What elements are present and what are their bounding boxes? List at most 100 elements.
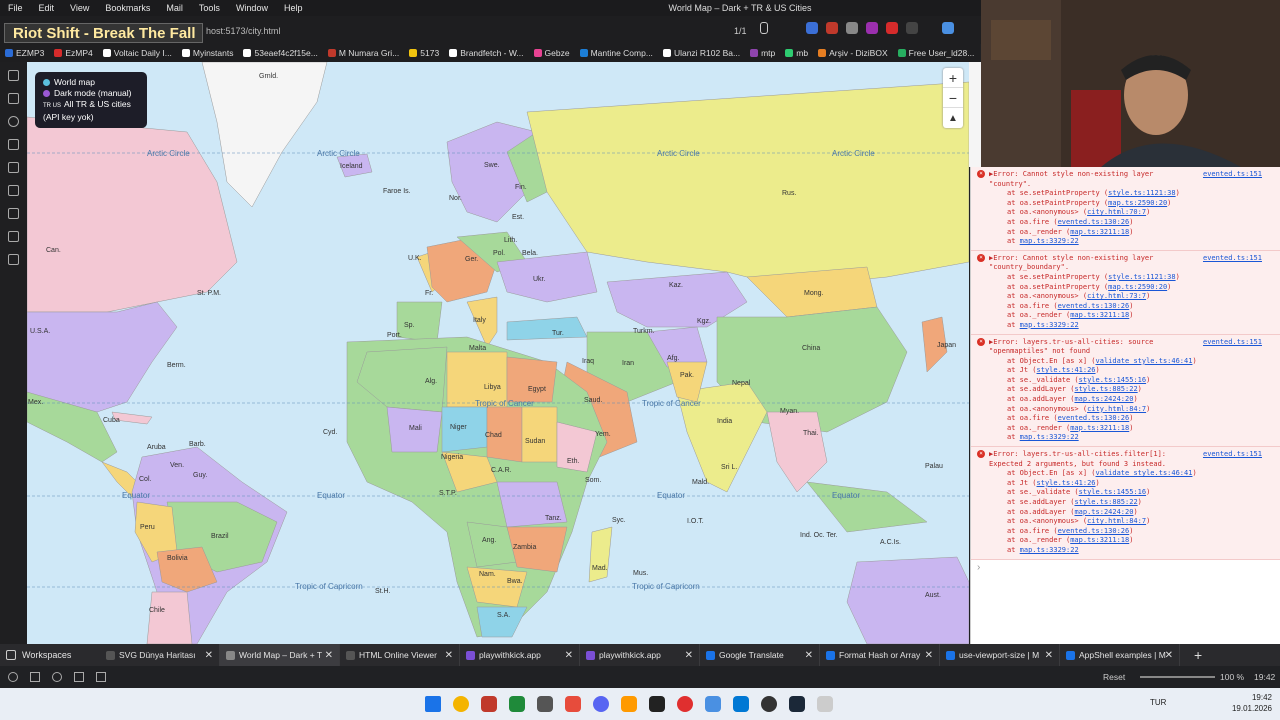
- youtube-icon[interactable]: [677, 696, 693, 712]
- reset-zoom-button[interactable]: Reset: [1103, 672, 1125, 682]
- stack-frame-link[interactable]: validate style.ts:46:41: [1096, 469, 1193, 477]
- browser-tab[interactable]: Format Hash or Array ✕: [820, 644, 940, 666]
- bookmark-item[interactable]: Mantine Comp...: [575, 48, 658, 58]
- bookmark-item[interactable]: M Numara Gri...: [323, 48, 404, 58]
- menu-help[interactable]: Help: [276, 3, 311, 13]
- menu-window[interactable]: Window: [228, 3, 276, 13]
- calendar-icon[interactable]: [96, 672, 106, 682]
- error-source-link[interactable]: evented.ts:151: [1203, 170, 1262, 180]
- panel-toggle-icon[interactable]: [30, 672, 40, 682]
- translate-icon[interactable]: [806, 22, 818, 34]
- illustrator-icon[interactable]: [621, 696, 637, 712]
- error-source-link[interactable]: evented.ts:151: [1203, 450, 1262, 460]
- stack-frame-link[interactable]: city.html:73:7: [1087, 292, 1146, 300]
- stack-frame-link[interactable]: map.ts:3211:18: [1070, 424, 1129, 432]
- stack-frame-link[interactable]: map.ts:2590:20: [1108, 199, 1167, 207]
- sync-icon[interactable]: [52, 672, 62, 682]
- close-tab-icon[interactable]: ✕: [925, 650, 933, 661]
- stack-frame-link[interactable]: map.ts:3211:18: [1070, 311, 1129, 319]
- terminal-icon[interactable]: [509, 696, 525, 712]
- stack-frame-link[interactable]: evented.ts:130:26: [1058, 218, 1130, 226]
- window-panel-icon[interactable]: [8, 208, 19, 219]
- downloads-icon[interactable]: [8, 93, 19, 104]
- bookmark-item[interactable]: Voltaic Daily I...: [98, 48, 177, 58]
- menu-view[interactable]: View: [62, 3, 97, 13]
- close-tab-icon[interactable]: ✕: [685, 650, 693, 661]
- outlook-icon[interactable]: [733, 696, 749, 712]
- stack-frame-link[interactable]: style.ts:1455:16: [1079, 376, 1146, 384]
- stack-frame-link[interactable]: city.html:70:7: [1087, 208, 1146, 216]
- translate-panel-icon[interactable]: [8, 185, 19, 196]
- add-panel-icon[interactable]: [8, 254, 19, 265]
- zoom-in-button[interactable]: +: [943, 68, 963, 88]
- browser-tab[interactable]: SVG Dünya Haritası ✕: [100, 644, 220, 666]
- stack-frame-link[interactable]: evented.ts:130:26: [1058, 302, 1130, 310]
- close-tab-icon[interactable]: ✕: [445, 650, 453, 661]
- stack-frame-link[interactable]: style.ts:1455:16: [1079, 488, 1146, 496]
- bookmark-item[interactable]: Arşiv - DiziBOX: [813, 48, 893, 58]
- error-source-link[interactable]: evented.ts:151: [1203, 338, 1262, 348]
- filezilla-icon[interactable]: [565, 696, 581, 712]
- zoom-out-button[interactable]: −: [943, 88, 963, 108]
- github-icon[interactable]: [537, 696, 553, 712]
- bookmark-icon[interactable]: [760, 22, 768, 34]
- zoom-slider[interactable]: [1140, 676, 1215, 678]
- compass-reset-button[interactable]: ▲: [943, 108, 963, 128]
- bookmark-item[interactable]: Ulanzi R102 Ba...: [658, 48, 745, 58]
- bookmark-item[interactable]: 53eaef4c2f15e...: [238, 48, 322, 58]
- browser-tab[interactable]: HTML Online Viewer ✕: [340, 644, 460, 666]
- world-map[interactable]: Arctic Circle Arctic Circle Arctic Circl…: [27, 62, 969, 644]
- extension-red-icon[interactable]: [826, 22, 838, 34]
- stack-frame-link[interactable]: map.ts:3211:18: [1070, 536, 1129, 544]
- extension-blue-icon[interactable]: [942, 22, 954, 34]
- console-error[interactable]: × evented.ts:151 ▶Error: Cannot style non-…: [971, 167, 1280, 251]
- bookmarks-panel-icon[interactable]: [8, 70, 19, 81]
- new-tab-button[interactable]: +: [1194, 647, 1202, 663]
- steam-icon[interactable]: [789, 696, 805, 712]
- stack-frame-link[interactable]: style.ts:41:26: [1037, 366, 1096, 374]
- menu-tools[interactable]: Tools: [191, 3, 228, 13]
- console-error[interactable]: × evented.ts:151 ▶Error: Cannot style non-…: [971, 250, 1280, 335]
- stack-frame-link[interactable]: style.ts:885:22: [1074, 385, 1137, 393]
- close-tab-icon[interactable]: ✕: [805, 650, 813, 661]
- stack-frame-link[interactable]: city.html:84:7: [1087, 405, 1146, 413]
- browser-tab[interactable]: World Map – Dark + T ✕: [220, 644, 340, 666]
- extension-red2-icon[interactable]: [886, 22, 898, 34]
- console-error[interactable]: × evented.ts:151 ▶Error: layers.tr-us-all-…: [971, 334, 1280, 448]
- extension-purple-icon[interactable]: [866, 22, 878, 34]
- browser-tab[interactable]: use-viewport-size | M ✕: [940, 644, 1060, 666]
- history-icon[interactable]: [8, 116, 19, 127]
- stack-frame-link[interactable]: style.ts:1121:38: [1108, 189, 1175, 197]
- browser-tab[interactable]: AppShell examples | M ✕: [1060, 644, 1180, 666]
- extension-dark-icon[interactable]: [906, 22, 918, 34]
- stack-frame-link[interactable]: map.ts:3329:22: [1020, 546, 1079, 554]
- browser-tab[interactable]: Google Translate ✕: [700, 644, 820, 666]
- obs-icon[interactable]: [761, 696, 777, 712]
- mail-panel-icon[interactable]: [8, 231, 19, 242]
- mail-icon[interactable]: [74, 672, 84, 682]
- shield-icon[interactable]: [846, 22, 858, 34]
- workspaces-button[interactable]: Workspaces: [0, 650, 100, 660]
- language-indicator[interactable]: TUR: [1150, 698, 1166, 707]
- explorer-icon[interactable]: [705, 696, 721, 712]
- error-source-link[interactable]: evented.ts:151: [1203, 254, 1262, 264]
- menu-bookmarks[interactable]: Bookmarks: [97, 3, 158, 13]
- stack-frame-link[interactable]: map.ts:3329:22: [1020, 321, 1079, 329]
- console-prompt-chevron-icon[interactable]: ›: [971, 560, 1280, 575]
- url-field[interactable]: host:5173/city.html: [206, 26, 280, 36]
- stack-frame-link[interactable]: evented.ts:130:26: [1058, 414, 1130, 422]
- close-tab-icon[interactable]: ✕: [565, 650, 573, 661]
- bookmark-item[interactable]: Free User_ld28...: [893, 48, 980, 58]
- stack-frame-link[interactable]: map.ts:2424:20: [1074, 508, 1133, 516]
- menu-mail[interactable]: Mail: [158, 3, 191, 13]
- menu-edit[interactable]: Edit: [31, 3, 63, 13]
- stack-frame-link[interactable]: map.ts:2590:20: [1108, 283, 1167, 291]
- bookmark-item[interactable]: mb: [780, 48, 813, 58]
- stack-frame-link[interactable]: validate style.ts:46:41: [1096, 357, 1193, 365]
- console-error[interactable]: × evented.ts:151 ▶Error: layers.tr-us-all-…: [971, 447, 1280, 560]
- stack-frame-link[interactable]: map.ts:3329:22: [1020, 237, 1079, 245]
- stack-frame-link[interactable]: style.ts:885:22: [1074, 498, 1137, 506]
- stack-frame-link[interactable]: city.html:84:7: [1087, 517, 1146, 525]
- close-tab-icon[interactable]: ✕: [1165, 650, 1173, 661]
- close-tab-icon[interactable]: ✕: [325, 650, 333, 661]
